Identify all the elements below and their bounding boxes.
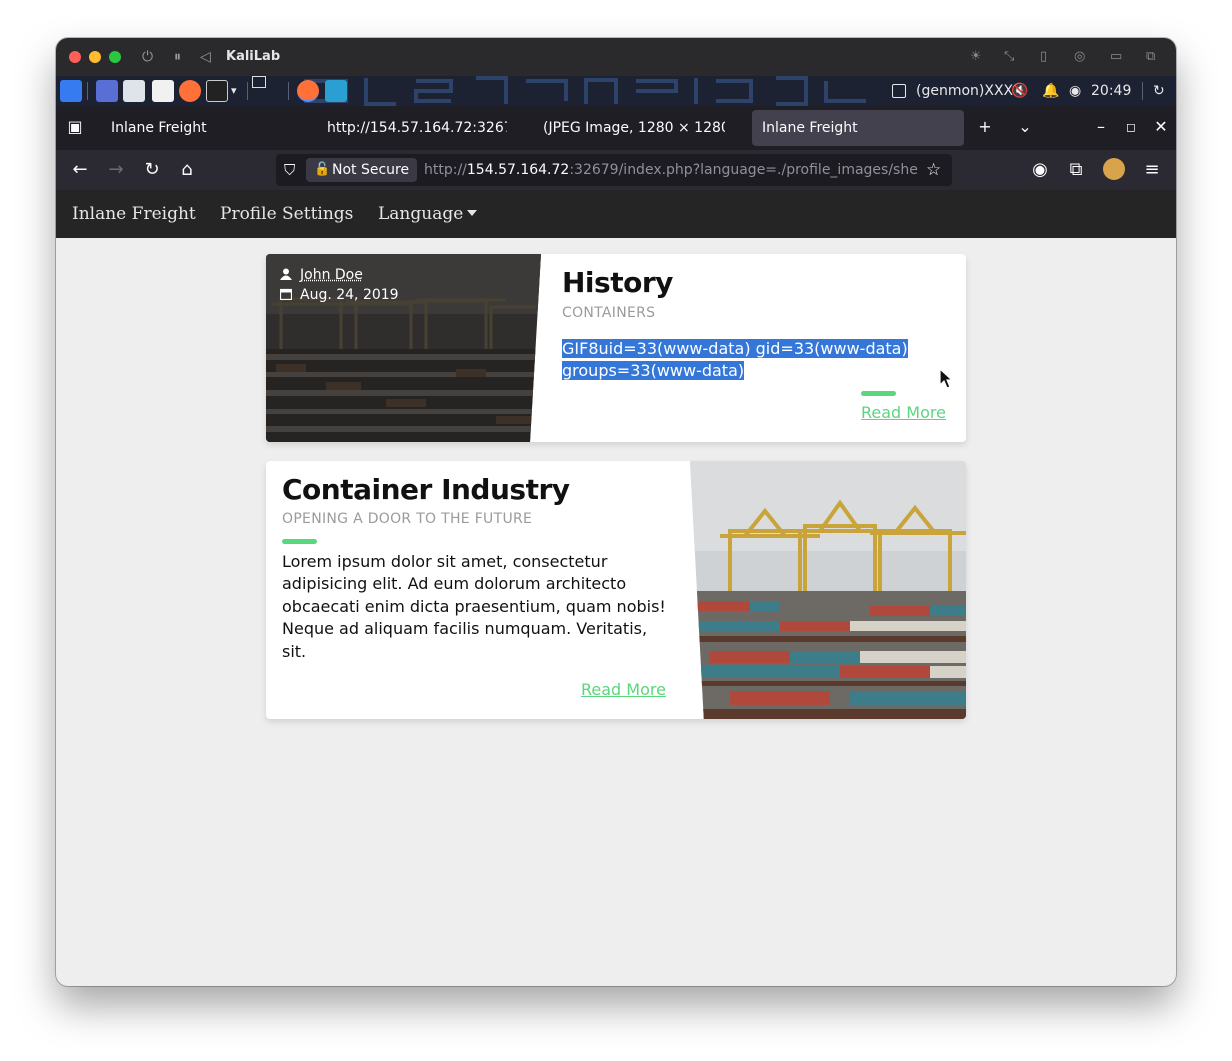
bell-icon[interactable]: 🔔 <box>1042 82 1059 100</box>
resize-icon[interactable]: ⤡ <box>1004 48 1014 66</box>
power-manager-icon[interactable]: ◉ <box>1069 82 1081 100</box>
zoom-window-button[interactable] <box>109 51 121 63</box>
caret-down-icon <box>467 210 478 216</box>
tab-label: (JPEG Image, 1280 × 1280 pi <box>543 120 725 136</box>
home-icon[interactable]: ⌂ <box>176 160 198 180</box>
firefox-view-icon[interactable]: ▣ <box>64 117 86 137</box>
genmon-text: (genmon)XXX <box>916 83 1014 99</box>
not-secure-label: Not Secure <box>332 162 410 178</box>
language-dropdown[interactable]: Language <box>378 203 478 225</box>
close-browser-icon[interactable]: ✕ <box>1150 117 1172 137</box>
read-more-link[interactable]: Read More <box>861 403 946 423</box>
card-body: Lorem ipsum dolor sit amet, consectetur … <box>282 552 666 661</box>
vm-window: ⏻ ⏸ ◁ KaliLab ☀ ⤡ ▯ ◎ ▭ ⧉ ▾ (genmon)XXX … <box>56 38 1176 986</box>
accent-line <box>861 391 896 396</box>
tab-label: Inlane Freight <box>762 120 858 136</box>
browser-nav-bar: ← → ↻ ⌂ ⛉ 🔓 Not Secure http://154.57.164… <box>56 150 1176 190</box>
date-row: Aug. 24, 2019 <box>280 286 399 304</box>
pause-icon[interactable]: ⏸ <box>174 48 181 66</box>
back-arrow-icon[interactable]: ← <box>69 160 91 180</box>
tab-label: Inlane Freight <box>111 120 207 136</box>
firefox-taskbar-icon[interactable] <box>297 80 319 102</box>
power-icon[interactable]: ⏻ <box>142 48 153 66</box>
minimize-window-button[interactable] <box>89 51 101 63</box>
terminal-icon[interactable] <box>206 80 228 102</box>
card-subtitle: CONTAINERS <box>562 305 656 321</box>
workspace-icon[interactable] <box>96 80 118 102</box>
monitor-icon <box>892 84 906 98</box>
selected-output-line-2: groups=33(www-data) <box>562 361 745 381</box>
vm-title-bar: ⏻ ⏸ ◁ KaliLab ☀ ⤡ ▯ ◎ ▭ ⧉ <box>56 38 1176 76</box>
panel-background-art-icon <box>304 76 866 106</box>
back-triangle-icon[interactable]: ◁ <box>200 48 211 66</box>
browser-tab-bar: ▣ Inlane Freight ✕ http://154.57.164.72:… <box>56 106 1176 204</box>
container-industry-card: Container Industry OPENING A DOOR TO THE… <box>266 461 966 719</box>
firefox-launcher-icon[interactable] <box>179 80 201 102</box>
url-bar[interactable]: ⛉ 🔓 Not Secure http://154.57.164.72:3267… <box>276 154 952 186</box>
card-title: History <box>562 266 673 299</box>
reload-icon[interactable]: ↻ <box>141 160 163 180</box>
calendar-icon <box>280 288 292 300</box>
window-icon[interactable] <box>252 76 266 88</box>
tab-url[interactable]: http://154.57.164.72:32679/ <box>317 110 507 146</box>
kali-menu-icon[interactable] <box>60 80 82 102</box>
url-text[interactable]: http://154.57.164.72:32679/index.php?lan… <box>424 154 918 186</box>
card-body: GIF8uid=33(www-data) gid=33(www-data) gr… <box>562 338 942 383</box>
url-host: 154.57.164.72 <box>466 162 570 178</box>
folder-icon[interactable]: ▭ <box>1110 48 1122 66</box>
vm-title: KaliLab <box>226 49 281 64</box>
tab-label: http://154.57.164.72:32679/ <box>327 120 507 136</box>
menu-icon[interactable]: ≡ <box>1141 160 1163 180</box>
url-prefix: http:// <box>424 162 467 178</box>
accent-line <box>282 539 317 544</box>
close-window-button[interactable] <box>69 51 81 63</box>
history-card: John Doe Aug. 24, 2019 History CONTAINER… <box>266 254 966 442</box>
language-label: Language <box>378 204 464 224</box>
tab-jpeg-image[interactable]: (JPEG Image, 1280 × 1280 pi <box>533 110 725 146</box>
chevron-down-icon[interactable]: ▾ <box>231 82 237 100</box>
muted-speaker-icon[interactable]: 🔇 <box>1011 82 1028 100</box>
lightning-app-icon[interactable] <box>325 80 347 102</box>
text-editor-icon[interactable] <box>152 80 174 102</box>
network-icon[interactable]: ◎ <box>1074 48 1085 66</box>
author-row: John Doe <box>280 266 363 284</box>
minimize-icon[interactable]: – <box>1090 117 1112 137</box>
lock-strike-icon: 🔓 <box>314 162 331 177</box>
clock: 20:49 <box>1091 83 1132 99</box>
user-icon <box>280 268 292 280</box>
refresh-panel-icon[interactable]: ↻ <box>1153 82 1165 100</box>
profile-settings-link[interactable]: Profile Settings <box>220 203 353 225</box>
url-rest: :32679/index.php?language=./profile_imag… <box>569 162 918 178</box>
bookmark-star-icon[interactable]: ☆ <box>926 159 941 181</box>
card-subtitle: OPENING A DOOR TO THE FUTURE <box>282 511 533 527</box>
selected-output-line-1: GIF8uid=33(www-data) gid=33(www-data) <box>562 339 908 358</box>
post-date: Aug. 24, 2019 <box>300 287 399 303</box>
list-tabs-chevron-icon[interactable]: ⌄ <box>1014 117 1036 137</box>
account-icon[interactable]: ◉ <box>1029 160 1051 180</box>
mouse-cursor-icon <box>939 368 953 389</box>
brand-link[interactable]: Inlane Freight <box>72 203 196 225</box>
author-name[interactable]: John Doe <box>300 267 363 283</box>
tab-inlane-freight-active[interactable]: Inlane Freight <box>752 110 964 146</box>
maximize-icon[interactable]: ◻ <box>1120 117 1142 137</box>
card-title: Container Industry <box>282 473 570 506</box>
extensions-icon[interactable]: ⧉ <box>1065 160 1087 180</box>
port-picture-icon <box>690 461 966 719</box>
read-more-link[interactable]: Read More <box>581 680 666 700</box>
shield-icon[interactable]: ⛉ <box>284 160 295 180</box>
tab-inlane-freight-1[interactable]: Inlane Freight <box>101 110 311 146</box>
site-navbar: Inlane Freight Profile Settings Language <box>56 190 1176 238</box>
new-tab-icon[interactable]: + <box>974 117 996 137</box>
file-manager-icon[interactable] <box>123 80 145 102</box>
kali-top-panel: ▾ (genmon)XXX 🔇 🔔 ◉ 20:49 ↻ <box>56 76 1176 106</box>
forward-arrow-icon[interactable]: → <box>105 160 127 180</box>
port-image <box>690 461 966 719</box>
brightness-icon[interactable]: ☀ <box>970 48 982 66</box>
not-secure-badge[interactable]: 🔓 Not Secure <box>306 158 418 182</box>
usb-icon[interactable]: ▯ <box>1040 48 1047 66</box>
burp-extension-icon[interactable] <box>1103 158 1125 180</box>
windows-icon[interactable]: ⧉ <box>1146 48 1155 66</box>
